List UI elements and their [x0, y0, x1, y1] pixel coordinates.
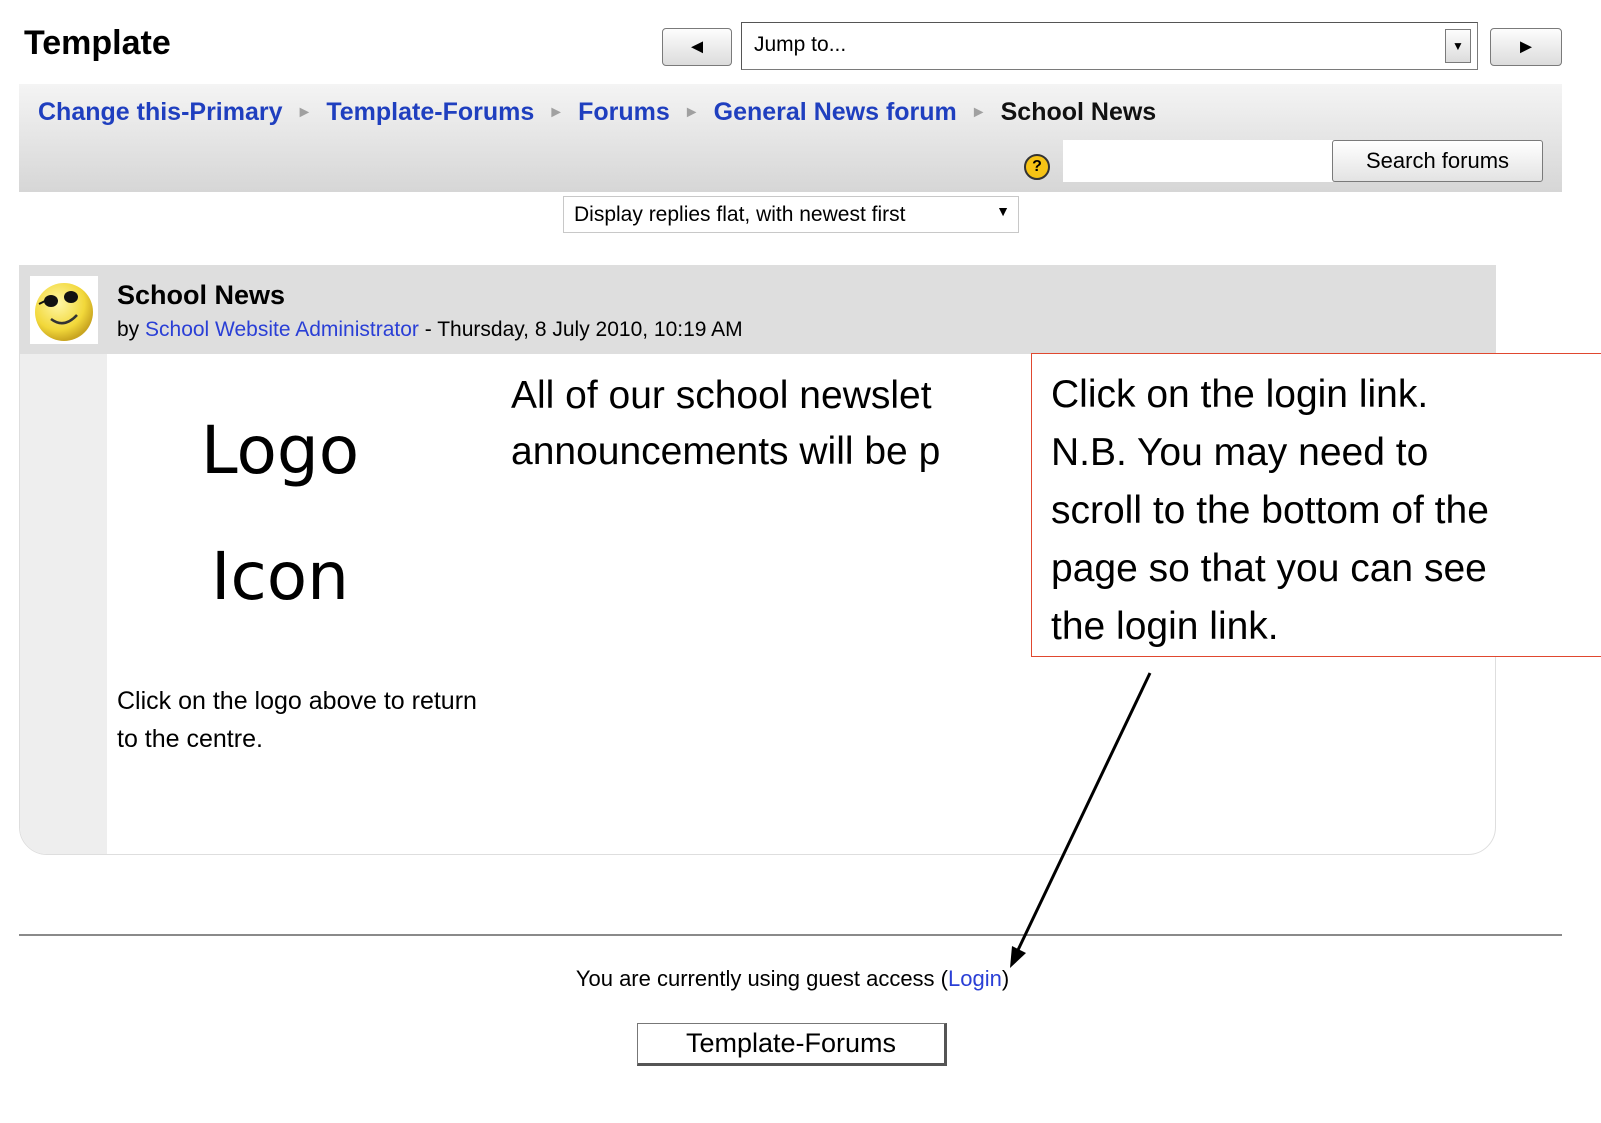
display-mode-value: Display replies flat, with newest first — [574, 203, 906, 226]
search-input[interactable] — [1063, 140, 1333, 182]
breadcrumb-link-forums[interactable]: Forums — [578, 98, 670, 127]
instruction-callout: Click on the login link. N.B. You may ne… — [1031, 353, 1601, 657]
logo-caption: Click on the logo above to return to the… — [117, 687, 477, 753]
breadcrumb-separator-icon: ► — [683, 103, 700, 121]
post-byline: by School Website Administrator - Thursd… — [117, 318, 743, 342]
chevron-down-icon[interactable]: ▼ — [1445, 29, 1471, 63]
jump-to-select[interactable]: Jump to... ▼ — [741, 22, 1478, 70]
author-link[interactable]: School Website Administrator — [145, 318, 419, 341]
logo-image[interactable]: Logo Icon — [140, 376, 420, 666]
callout-line: Click on the login link. — [1051, 373, 1429, 416]
post-left-column — [20, 266, 107, 854]
display-mode-select[interactable]: Display replies flat, with newest first … — [563, 196, 1019, 233]
breadcrumb-current: School News — [1000, 98, 1157, 126]
post-subject: School News — [117, 280, 286, 310]
breadcrumb-link-template-forums[interactable]: Template-Forums — [326, 98, 534, 127]
arrow-right-icon: ► — [1516, 35, 1536, 58]
help-icon[interactable]: ? — [1024, 154, 1050, 180]
callout-line: page so that you can see — [1051, 547, 1487, 590]
breadcrumb-link-general-news[interactable]: General News forum — [714, 98, 957, 127]
template-forums-button[interactable]: Template-Forums — [637, 1023, 947, 1066]
footer-divider — [19, 934, 1562, 936]
byline-prefix: by — [117, 318, 146, 341]
navbar: Change this-Primary ► Template-Forums ► … — [19, 84, 1562, 192]
guest-suffix: ) — [1001, 966, 1010, 991]
smiley-avatar-icon — [35, 283, 93, 341]
avatar[interactable] — [30, 276, 98, 344]
search-forums-button[interactable]: Search forums — [1332, 140, 1543, 182]
login-link[interactable]: Login — [948, 966, 1002, 991]
breadcrumb-separator-icon: ► — [296, 103, 313, 121]
page-title: Template — [24, 24, 171, 62]
chevron-down-icon: ▼ — [996, 203, 1010, 219]
post-message-line: announcements will be p — [511, 430, 941, 473]
breadcrumb-separator-icon: ► — [970, 103, 987, 121]
breadcrumb-link-course[interactable]: Change this-Primary — [38, 98, 283, 127]
logo-text-line1: Logo — [200, 412, 360, 489]
guest-access-notice: You are currently using guest access (Lo… — [0, 966, 1585, 992]
callout-line: the login link. — [1051, 605, 1279, 648]
arrow-left-icon: ◄ — [687, 35, 707, 58]
post-message-line: All of our school newslet — [511, 374, 932, 417]
next-activity-button[interactable]: ► — [1490, 28, 1562, 66]
logo-text-line2: Icon — [211, 538, 349, 615]
breadcrumb: Change this-Primary ► Template-Forums ► … — [38, 98, 1156, 127]
previous-activity-button[interactable]: ◄ — [662, 28, 732, 66]
callout-line: N.B. You may need to — [1051, 431, 1429, 474]
breadcrumb-separator-icon: ► — [548, 103, 565, 121]
jump-to-value: Jump to... — [754, 33, 847, 56]
callout-line: scroll to the bottom of the — [1051, 489, 1489, 532]
post-message: All of our school newslet announcements … — [511, 368, 940, 480]
post-date: - Thursday, 8 July 2010, 10:19 AM — [418, 318, 743, 341]
guest-prefix: You are currently using guest access ( — [575, 966, 948, 991]
